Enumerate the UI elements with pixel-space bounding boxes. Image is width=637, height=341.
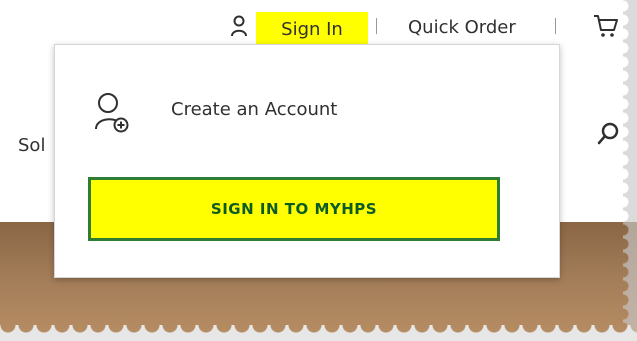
torn-edge-right: [623, 0, 637, 341]
sign-in-myhps-button[interactable]: SIGN IN TO MYHPS: [88, 177, 500, 241]
cart-icon[interactable]: [592, 12, 620, 40]
quick-order-link[interactable]: Quick Order: [408, 12, 516, 42]
user-icon[interactable]: [230, 15, 248, 37]
add-user-icon[interactable]: [93, 91, 133, 133]
create-account-link[interactable]: Create an Account: [171, 99, 337, 120]
nav-item-partial[interactable]: Sol: [18, 135, 45, 156]
sign-in-dropdown: Create an Account SIGN IN TO MYHPS: [54, 44, 560, 278]
separator: [555, 18, 556, 34]
torn-edge-bottom: [0, 325, 637, 341]
sign-in-link[interactable]: Sign In: [256, 12, 368, 46]
search-icon[interactable]: [595, 120, 623, 148]
separator: [376, 18, 377, 34]
